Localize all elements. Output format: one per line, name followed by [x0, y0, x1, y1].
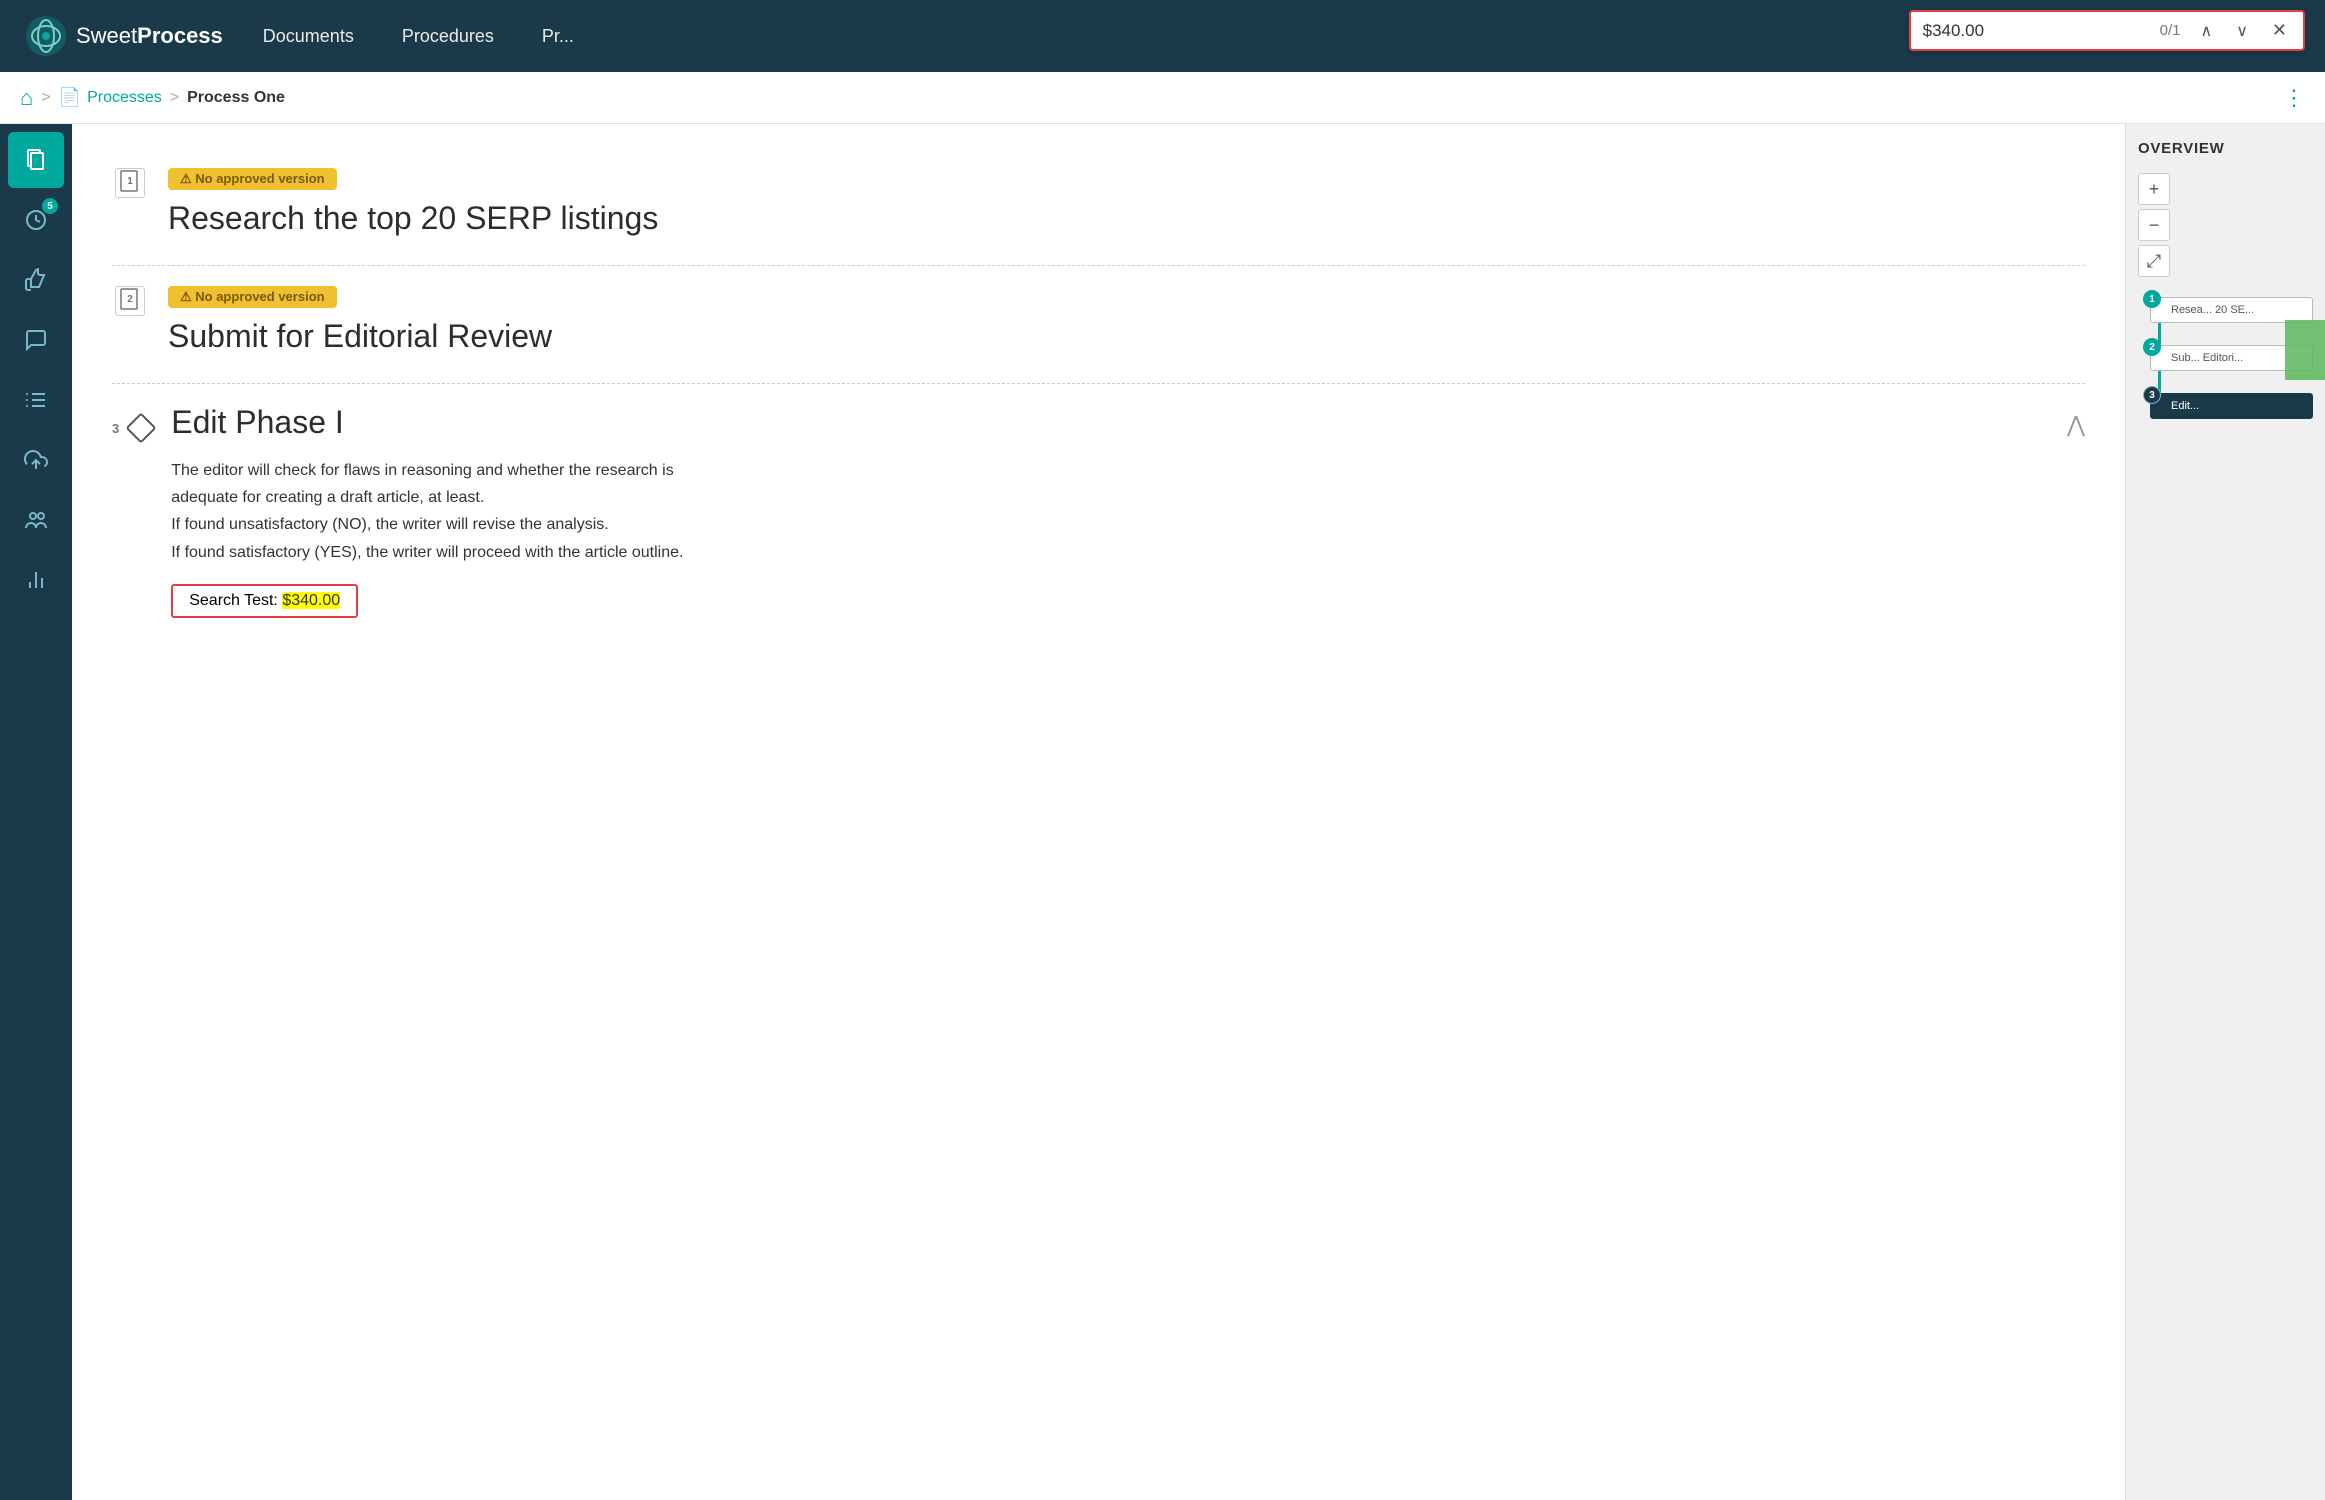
step-1: 1 ⚠ No approved version Research the top… [112, 148, 2085, 266]
step-2-number: 2 [115, 286, 145, 316]
svg-text:2: 2 [127, 294, 133, 305]
team-icon [24, 508, 48, 532]
node-1-text: Resea... 20 SE... [2171, 304, 2254, 316]
step-1-number-area: 1 [112, 168, 148, 245]
overview-controls: + − ⤢ [2138, 173, 2313, 277]
breadcrumb-more-button[interactable]: ⋮ [2283, 85, 2305, 111]
find-close-button[interactable]: ✕ [2268, 18, 2291, 43]
breadcrumb-sep-2: > [170, 89, 179, 107]
node-2-badge: 2 [2143, 338, 2161, 356]
sidebar: 5 [0, 124, 72, 1500]
find-next-button[interactable]: ∨ [2232, 19, 2252, 43]
step-1-number: 1 [115, 168, 145, 198]
step-1-title[interactable]: Research the top 20 SERP listings [168, 200, 2085, 237]
breadcrumb-processes-label: Processes [87, 89, 162, 107]
sidebar-item-reports[interactable] [8, 552, 64, 608]
search-test-label: Search Test: [189, 592, 282, 609]
breadcrumb-bar: ⌂ > 📄 Processes > Process One ⋮ [0, 72, 2325, 124]
content-area: 1 ⚠ No approved version Research the top… [72, 124, 2125, 1500]
svg-text:1: 1 [127, 176, 133, 187]
sidebar-item-upload[interactable] [8, 432, 64, 488]
step-3-collapse-button[interactable]: ⋀ [2067, 412, 2085, 438]
main-layout: 5 [0, 124, 2325, 1500]
overview-node-3[interactable]: 3 Edit... [2150, 393, 2313, 419]
sidebar-item-comments[interactable] [8, 312, 64, 368]
breadcrumb-current: Process One [187, 89, 285, 107]
step-2-title[interactable]: Submit for Editorial Review [168, 318, 2085, 355]
thumbsup-icon [24, 268, 48, 292]
step-1-badge: ⚠ No approved version [168, 168, 337, 190]
search-test-box: Search Test: $340.00 [171, 584, 358, 618]
step-3: 3 Edit Phase I ⋀ The editor will check f… [112, 384, 2085, 638]
breadcrumb: ⌂ > 📄 Processes > Process One [20, 85, 285, 111]
top-navigation: SweetProcess Documents Procedures Pr... … [0, 0, 2325, 72]
overview-zoom-out[interactable]: − [2138, 209, 2170, 241]
list-icon [24, 388, 48, 412]
breadcrumb-home[interactable]: ⌂ [20, 85, 33, 111]
green-indicator [2285, 320, 2325, 380]
nav-documents[interactable]: Documents [263, 26, 354, 47]
sidebar-item-documents[interactable] [8, 132, 64, 188]
breadcrumb-processes-link[interactable]: 📄 Processes [59, 87, 162, 108]
overview-fit[interactable]: ⤢ [2138, 245, 2170, 277]
step-1-content: ⚠ No approved version Research the top 2… [168, 168, 2085, 245]
overview-zoom-in[interactable]: + [2138, 173, 2170, 205]
comment-icon [24, 328, 48, 352]
sidebar-item-recent[interactable]: 5 [8, 192, 64, 248]
overview-panel: OVERVIEW + − ⤢ 1 Resea... 20 SE... 2 Sub… [2125, 124, 2325, 1500]
step-3-icon-area: 3 [112, 404, 159, 446]
step-3-title[interactable]: Edit Phase I [171, 404, 344, 441]
nav-links: Documents Procedures Pr... [263, 26, 574, 47]
sidebar-item-approvals[interactable] [8, 252, 64, 308]
step-2-doc-icon: 2 [119, 288, 141, 314]
logo[interactable]: SweetProcess [24, 14, 223, 58]
sidebar-item-team[interactable] [8, 492, 64, 548]
breadcrumb-doc-icon: 📄 [59, 87, 81, 108]
find-bar: 0/1 ∧ ∨ ✕ [1909, 10, 2305, 51]
overview-title: OVERVIEW [2138, 140, 2313, 157]
step-2-content: ⚠ No approved version Submit for Editori… [168, 286, 2085, 363]
documents-icon [24, 148, 48, 172]
search-test-value: $340.00 [282, 592, 340, 609]
breadcrumb-sep-1: > [41, 89, 50, 107]
nav-procedures[interactable]: Procedures [402, 26, 494, 47]
upload-icon [24, 448, 48, 472]
step-3-diamond-icon [123, 410, 159, 446]
step-3-num: 3 [112, 421, 119, 436]
reports-icon [24, 568, 48, 592]
node-3-badge: 3 [2143, 386, 2161, 404]
recent-badge: 5 [42, 198, 58, 214]
step-3-body-text: The editor will check for flaws in reaso… [171, 441, 2085, 574]
node-1-badge: 1 [2143, 290, 2161, 308]
nav-processes[interactable]: Pr... [542, 26, 574, 47]
step-2-number-area: 2 [112, 286, 148, 363]
node-3-text: Edit... [2171, 400, 2199, 412]
sidebar-item-list[interactable] [8, 372, 64, 428]
step-1-doc-icon: 1 [119, 170, 141, 196]
find-prev-button[interactable]: ∧ [2196, 19, 2216, 43]
step-2: 2 ⚠ No approved version Submit for Edito… [112, 266, 2085, 384]
step-3-body: Edit Phase I ⋀ The editor will check for… [171, 404, 2085, 618]
logo-icon [24, 14, 68, 58]
find-bar-input[interactable] [1923, 21, 2144, 41]
logo-text: SweetProcess [76, 23, 223, 49]
node-2-text: Sub... Editori... [2171, 352, 2243, 364]
step-2-badge: ⚠ No approved version [168, 286, 337, 308]
find-bar-count: 0/1 [2160, 22, 2181, 39]
